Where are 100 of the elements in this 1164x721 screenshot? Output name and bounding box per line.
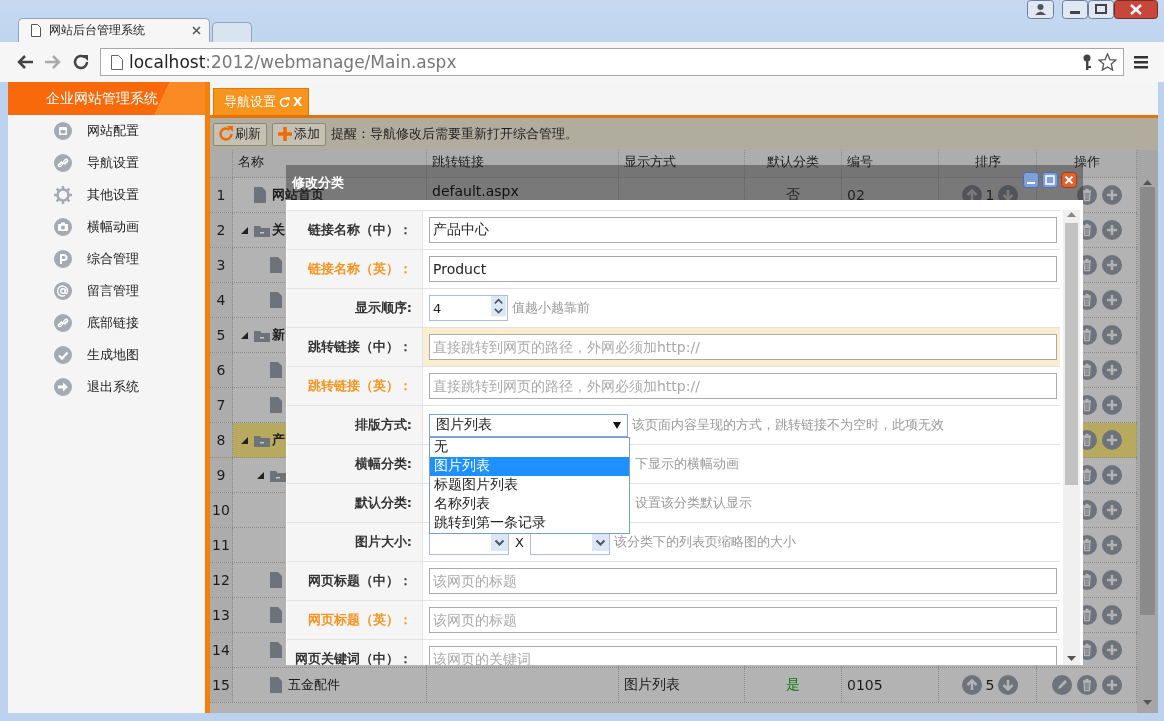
- plus-icon: [277, 126, 293, 142]
- dropdown-arrow-icon: [613, 421, 621, 429]
- link-icon: [54, 314, 72, 332]
- folder-icon: [254, 328, 270, 342]
- hint-text: 该分类下的列表页缩略图的大小: [613, 533, 796, 551]
- field-label: 链接名称（中）：: [287, 211, 423, 249]
- field-label: 跳转链接（英）：: [287, 367, 423, 405]
- field-label: 网页标题（英）：: [287, 601, 423, 639]
- text-field[interactable]: Product: [429, 256, 1057, 282]
- refresh-button[interactable]: 刷新: [213, 122, 267, 146]
- hint-text: 值越小越靠前: [512, 299, 590, 317]
- caret-icon[interactable]: [241, 226, 248, 234]
- reload-icon[interactable]: [72, 53, 90, 71]
- sidebar-item[interactable]: 综合管理: [8, 243, 205, 275]
- folder-icon: [254, 223, 270, 237]
- sidebar-header: 企业网站管理系统: [8, 82, 205, 115]
- close-button[interactable]: [1114, 0, 1158, 19]
- hint-text: 下显示的横幅动画: [635, 455, 739, 473]
- field-label: 跳转链接（中）：: [287, 328, 423, 366]
- column-header[interactable]: 排序: [974, 153, 1001, 171]
- row-number: 12: [212, 572, 230, 588]
- text-field[interactable]: 产品中心: [429, 217, 1057, 243]
- text-field[interactable]: 该网页的标题: [429, 607, 1057, 633]
- dropdown-option[interactable]: 标题图片列表: [430, 475, 629, 495]
- caret-icon[interactable]: [257, 471, 264, 479]
- check-icon: [54, 346, 72, 364]
- sidebar-item[interactable]: 网站配置: [8, 115, 205, 147]
- field-label: 默认分类:: [287, 484, 423, 522]
- notice-text: 提醒：导航修改后需要重新打开综合管理。: [331, 125, 578, 143]
- column-header[interactable]: 默认分类: [767, 153, 819, 171]
- text-field[interactable]: 该网页的标题: [429, 568, 1057, 594]
- hint-text: 设置该分类默认显示: [635, 494, 752, 512]
- column-header[interactable]: 名称: [238, 153, 264, 171]
- code-text: 02: [847, 187, 865, 203]
- code-text: 0105: [847, 677, 883, 693]
- hint-text: 该页面内容呈现的方式，跳转链接不为空时，此项无效: [632, 416, 944, 434]
- column-header[interactable]: 编号: [847, 153, 873, 171]
- scrollbar[interactable]: [1137, 150, 1158, 713]
- back-icon[interactable]: [16, 54, 34, 70]
- dropdown-option[interactable]: 跳转到第一条记录: [430, 513, 629, 533]
- close-icon[interactable]: [192, 26, 201, 35]
- row-number: 5: [216, 327, 226, 343]
- separator-text: X: [515, 534, 524, 550]
- arrow-right-icon: [54, 378, 72, 396]
- scrollbar[interactable]: [1063, 210, 1080, 665]
- sidebar-item[interactable]: 其他设置: [8, 179, 205, 211]
- column-header[interactable]: 显示方式: [624, 153, 676, 171]
- order-text: 1: [985, 187, 995, 203]
- browser-tab[interactable]: 网站后台管理系统: [18, 18, 210, 42]
- row-number: 3: [216, 257, 226, 273]
- field-label: 网页标题（中）：: [287, 562, 423, 600]
- close-button[interactable]: [1061, 171, 1077, 188]
- row-number: 9: [216, 467, 226, 483]
- caret-icon[interactable]: [241, 331, 248, 339]
- sidebar-item[interactable]: 留言管理: [8, 275, 205, 307]
- column-header[interactable]: 跳转链接: [432, 153, 484, 171]
- refresh-icon: [218, 126, 234, 142]
- trash-icon[interactable]: [1077, 185, 1097, 205]
- dropdown-option[interactable]: 无: [430, 437, 629, 457]
- dropdown-option[interactable]: 名称列表: [430, 494, 629, 514]
- sidebar-item[interactable]: 退出系统: [8, 371, 205, 403]
- row-number: 4: [216, 292, 226, 308]
- default-text: 是: [786, 676, 800, 694]
- row-number: 13: [212, 607, 230, 623]
- scroll-down-icon[interactable]: [1143, 700, 1152, 705]
- star-icon[interactable]: [1098, 53, 1117, 71]
- text-field[interactable]: 直接跳转到网页的路径，外网必须加http://: [429, 334, 1057, 360]
- minimize-button[interactable]: [1023, 171, 1039, 188]
- caret-icon[interactable]: [241, 436, 248, 444]
- maximize-button[interactable]: [1088, 0, 1114, 19]
- column-header[interactable]: 操作: [1073, 153, 1100, 171]
- field-label: 网页关键词（中）：: [287, 640, 423, 665]
- field-label: 显示顺序:: [287, 289, 423, 327]
- scroll-down-icon[interactable]: [1067, 656, 1076, 661]
- row-number: 8: [216, 432, 226, 448]
- row-number: 10: [212, 502, 230, 518]
- field-label: 横幅分类:: [287, 445, 423, 483]
- at-sign-icon: [54, 282, 72, 300]
- folder-icon: [254, 433, 270, 447]
- maximize-button[interactable]: [1042, 171, 1058, 188]
- add-button[interactable]: 添加: [272, 122, 326, 146]
- order-text: 5: [985, 677, 995, 693]
- name-text: 产: [272, 431, 285, 449]
- default-text: 否: [786, 186, 800, 204]
- row-number: 14: [212, 642, 230, 658]
- row-number: 1: [216, 187, 226, 203]
- sidebar-item[interactable]: 导航设置: [8, 147, 205, 179]
- sidebar-item[interactable]: 底部链接: [8, 307, 205, 339]
- user-button[interactable]: [1027, 0, 1054, 19]
- scroll-up-icon[interactable]: [1067, 212, 1076, 217]
- key-icon[interactable]: [1082, 53, 1092, 71]
- menu-icon[interactable]: [1134, 55, 1148, 69]
- sidebar-item[interactable]: 生成地图: [8, 339, 205, 371]
- window-icon: [54, 122, 72, 140]
- scroll-up-icon[interactable]: [1143, 180, 1152, 185]
- field-label: 链接名称（英）：: [287, 250, 423, 288]
- name-text: 新: [272, 326, 285, 344]
- sidebar-item[interactable]: 横幅动画: [8, 211, 205, 243]
- minimize-button[interactable]: [1062, 0, 1088, 19]
- text-field[interactable]: 直接跳转到网页的路径，外网必须加http://: [429, 373, 1057, 399]
